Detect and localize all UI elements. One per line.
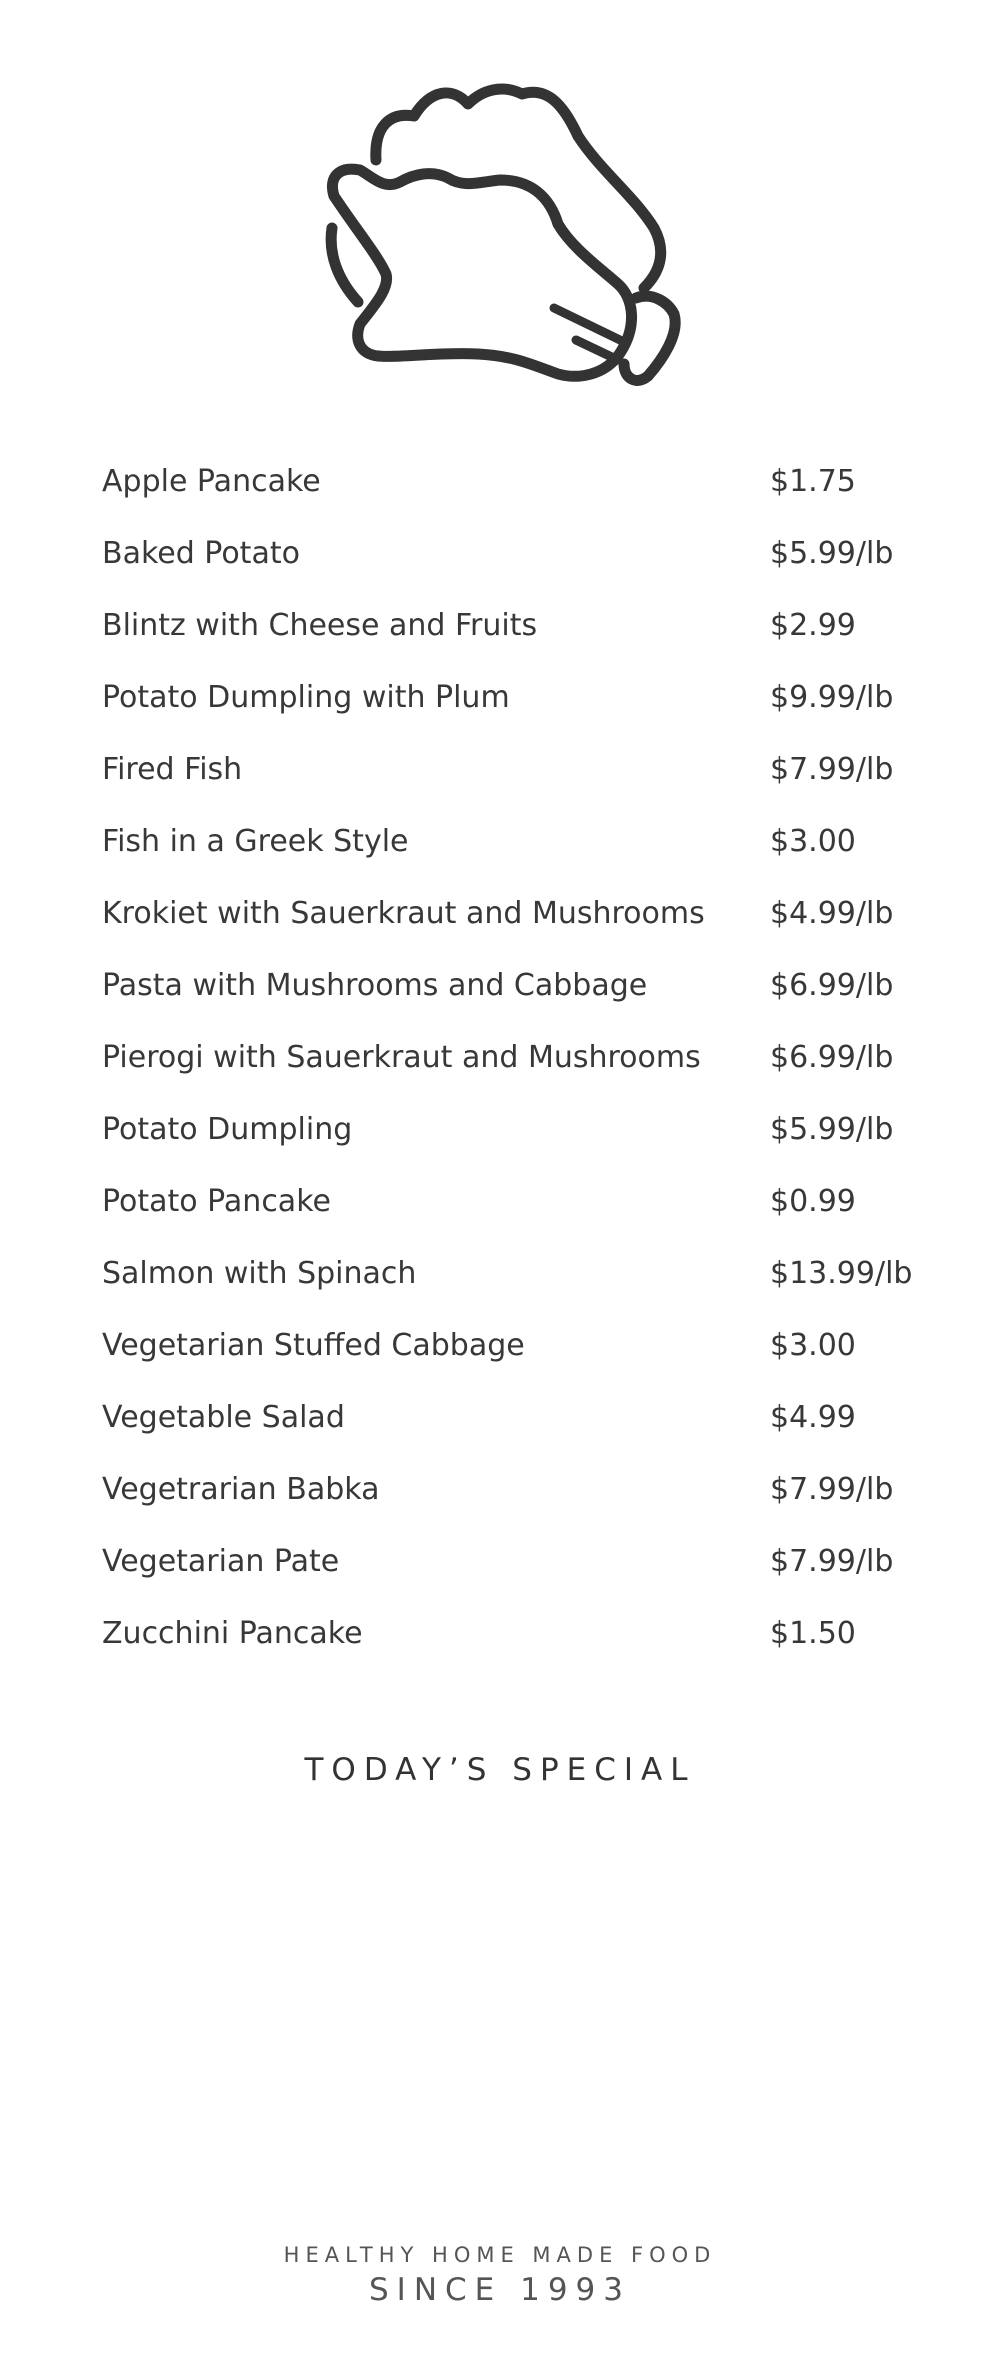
menu-item: Fired Fish $7.99/lb	[102, 738, 962, 810]
item-name: Salmon with Spinach	[102, 1256, 417, 1291]
menu-item: Pasta with Mushrooms and Cabbage $6.99/l…	[102, 954, 962, 1026]
todays-special-heading: TODAY’S SPECIAL	[304, 1752, 696, 1788]
item-price: $7.99/lb	[770, 1472, 894, 1507]
menu-item: Baked Potato $5.99/lb	[102, 522, 962, 594]
menu-item: Apple Pancake $1.75	[102, 450, 962, 522]
menu-item: Krokiet with Sauerkraut and Mushrooms $4…	[102, 882, 962, 954]
menu-item: Zucchini Pancake $1.50	[102, 1602, 962, 1674]
menu-item: Potato Dumpling with Plum $9.99/lb	[102, 666, 962, 738]
item-name: Vegetarian Stuffed Cabbage	[102, 1328, 525, 1363]
item-price: $6.99/lb	[770, 968, 894, 1003]
item-name: Potato Dumpling	[102, 1112, 353, 1147]
menu-item: Potato Dumpling $5.99/lb	[102, 1098, 962, 1170]
item-price: $4.99/lb	[770, 896, 894, 931]
item-price: $1.75	[770, 464, 856, 499]
item-name: Potato Dumpling with Plum	[102, 680, 510, 715]
menu-item: Pierogi with Sauerkraut and Mushrooms $6…	[102, 1026, 962, 1098]
footer-since: SINCE 1993	[369, 2272, 631, 2308]
item-price: $1.50	[770, 1616, 856, 1651]
item-price: $5.99/lb	[770, 1112, 894, 1147]
menu-list: Apple Pancake $1.75 Baked Potato $5.99/l…	[102, 450, 962, 1674]
item-name: Baked Potato	[102, 536, 300, 571]
hat-left-curl	[325, 222, 364, 308]
item-name: Fired Fish	[102, 752, 243, 787]
menu-item: Fish in a Greek Style $3.00	[102, 810, 962, 882]
item-name: Pasta with Mushrooms and Cabbage	[102, 968, 648, 1003]
item-price: $7.99/lb	[770, 752, 894, 787]
item-name: Vegetable Salad	[102, 1400, 345, 1435]
item-price: $6.99/lb	[770, 1040, 894, 1075]
menu-item: Vegetrarian Babka $7.99/lb	[102, 1458, 962, 1530]
item-name: Zucchini Pancake	[102, 1616, 363, 1651]
item-price: $7.99/lb	[770, 1544, 894, 1579]
item-price: $9.99/lb	[770, 680, 894, 715]
item-price: $5.99/lb	[770, 536, 894, 571]
menu-item: Blintz with Cheese and Fruits $2.99	[102, 594, 962, 666]
item-name: Vegetrarian Babka	[102, 1472, 380, 1507]
item-name: Blintz with Cheese and Fruits	[102, 608, 538, 643]
item-name: Pierogi with Sauerkraut and Mushrooms	[102, 1040, 701, 1075]
item-name: Krokiet with Sauerkraut and Mushrooms	[102, 896, 705, 931]
item-name: Apple Pancake	[102, 464, 321, 499]
item-price: $3.00	[770, 824, 856, 859]
menu-item: Potato Pancake $0.99	[102, 1170, 962, 1242]
item-price: $2.99	[770, 608, 856, 643]
hat-pleat-lower	[571, 335, 623, 365]
menu-item: Vegetable Salad $4.99	[102, 1386, 962, 1458]
footer-tagline: HEALTHY HOME MADE FOOD	[283, 2243, 717, 2267]
hat-pleat-upper	[549, 303, 625, 345]
item-price: $13.99/lb	[770, 1256, 913, 1291]
item-price: $0.99	[770, 1184, 856, 1219]
item-price: $4.99	[770, 1400, 856, 1435]
item-name: Potato Pancake	[102, 1184, 331, 1219]
menu-item: Vegetarian Pate $7.99/lb	[102, 1530, 962, 1602]
item-price: $3.00	[770, 1328, 856, 1363]
chef-hat-icon	[325, 83, 681, 386]
menu-item: Salmon with Spinach $13.99/lb	[102, 1242, 962, 1314]
menu-item: Vegetarian Stuffed Cabbage $3.00	[102, 1314, 962, 1386]
item-name: Vegetarian Pate	[102, 1544, 340, 1579]
hat-back-outline	[370, 83, 667, 294]
item-name: Fish in a Greek Style	[102, 824, 409, 859]
